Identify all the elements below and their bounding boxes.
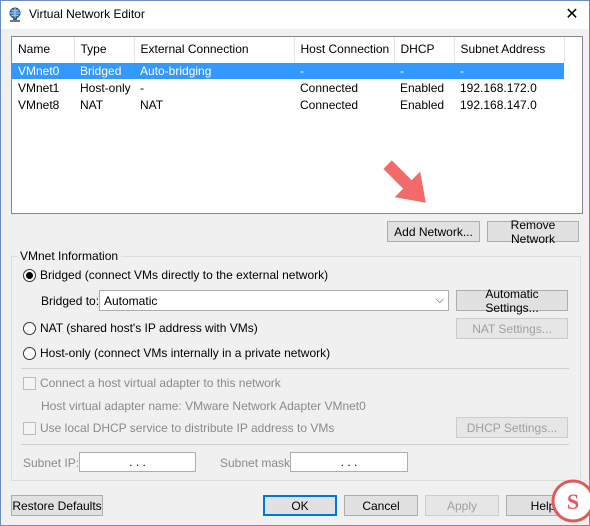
column-header-external-connection[interactable]: External Connection <box>134 37 295 63</box>
ok-button[interactable]: OK <box>263 495 337 516</box>
cell-name: VMnet0 <box>12 62 74 79</box>
remove-network-button[interactable]: Remove Network <box>487 218 579 246</box>
nat-radio[interactable]: NAT (shared host's IP address with VMs) <box>23 321 258 335</box>
cancel-button[interactable]: Cancel <box>344 495 418 516</box>
cell-dhcp: Enabled <box>400 97 445 112</box>
divider <box>21 444 569 445</box>
nat-radio-label: NAT (shared host's IP address with VMs) <box>40 321 258 335</box>
cell-host-connection: Connected <box>300 80 359 95</box>
radio-button[interactable] <box>23 268 36 282</box>
use-dhcp-label: Use local DHCP service to distribute IP … <box>40 421 335 435</box>
site-logo-icon: S <box>551 479 590 523</box>
bridged-radio-label: Bridged (connect VMs directly to the ext… <box>40 268 329 282</box>
subnet-ip-label: Subnet IP: <box>23 456 80 470</box>
divider <box>21 368 569 369</box>
host-only-radio[interactable]: Host-only (connect VMs internally in a p… <box>23 346 330 360</box>
cell-type: Bridged <box>74 62 134 79</box>
cell-external-connection: NAT <box>140 97 164 112</box>
cell-dhcp: Enabled <box>400 80 445 95</box>
checkbox[interactable] <box>23 421 36 435</box>
cell-subnet-address: 192.168.172.0 <box>460 80 537 95</box>
title-bar: Virtual Network Editor ✕ <box>1 1 589 29</box>
nat-settings-button[interactable]: NAT Settings... <box>456 318 568 339</box>
use-dhcp-checkbox[interactable]: Use local DHCP service to distribute IP … <box>23 421 334 435</box>
ip-dots: . . . <box>129 455 146 469</box>
virtual-network-editor-window: Virtual Network Editor ✕ Name Type Exter… <box>0 0 590 526</box>
bridged-to-value: Automatic <box>104 293 158 308</box>
bridged-to-label: Bridged to: <box>41 294 100 308</box>
column-header-host-connection[interactable]: Host Connection <box>294 37 395 63</box>
add-network-button[interactable]: Add Network... <box>387 221 480 242</box>
vmnet-information-label: VMnet Information <box>17 249 122 263</box>
column-header-dhcp[interactable]: DHCP <box>394 37 455 63</box>
chevron-down-icon: ⌵ <box>435 294 444 306</box>
cell-type: NAT <box>80 97 104 112</box>
column-header-subnet-address[interactable]: Subnet Address <box>454 37 565 63</box>
cell-name: VMnet8 <box>18 97 60 112</box>
host-only-radio-label: Host-only (connect VMs internally in a p… <box>40 346 331 360</box>
table-row[interactable]: VMnet0 Bridged Auto-bridging - - - <box>12 62 564 79</box>
apply-button[interactable]: Apply <box>425 495 499 516</box>
cell-dhcp: - <box>394 62 454 79</box>
cell-subnet-address: - <box>454 62 564 79</box>
table-row[interactable]: VMnet1 Host-only - Connected Enabled 192… <box>12 79 564 96</box>
checkbox[interactable] <box>23 376 36 390</box>
network-globe-icon <box>7 7 23 23</box>
svg-text:S: S <box>567 489 579 514</box>
subnet-ip-input[interactable]: . . . <box>79 452 196 472</box>
restore-defaults-button[interactable]: Restore Defaults <box>11 495 103 516</box>
table-row[interactable]: VMnet8 NAT NAT Connected Enabled 192.168… <box>12 96 564 113</box>
radio-button[interactable] <box>23 346 36 360</box>
host-adapter-name-label: Host virtual adapter name: VMware Networ… <box>41 399 366 413</box>
dhcp-settings-button[interactable]: DHCP Settings... <box>456 417 568 438</box>
close-icon[interactable]: ✕ <box>557 1 587 27</box>
network-table: Name Type External Connection Host Conne… <box>12 37 565 113</box>
network-list[interactable]: Name Type External Connection Host Conne… <box>11 36 583 214</box>
column-header-name[interactable]: Name <box>12 37 75 63</box>
connect-host-adapter-label: Connect a host virtual adapter to this n… <box>40 376 281 390</box>
cell-external-connection: Auto-bridging <box>134 62 294 79</box>
table-header-row: Name Type External Connection Host Conne… <box>12 37 565 63</box>
subnet-mask-input[interactable]: . . . <box>290 452 408 472</box>
column-header-type[interactable]: Type <box>74 37 135 63</box>
mask-dots: . . . <box>340 455 358 469</box>
bridged-to-select[interactable]: Automatic ⌵ <box>99 290 449 311</box>
cell-name: VMnet1 <box>18 80 60 95</box>
automatic-settings-button[interactable]: Automatic Settings... <box>456 287 568 315</box>
connect-host-adapter-checkbox[interactable]: Connect a host virtual adapter to this n… <box>23 376 281 390</box>
pointer-arrow-icon <box>383 160 426 203</box>
bridged-radio[interactable]: Bridged (connect VMs directly to the ext… <box>23 268 328 282</box>
cell-subnet-address: 192.168.147.0 <box>460 97 537 112</box>
radio-button[interactable] <box>23 321 36 335</box>
window-title: Virtual Network Editor <box>29 7 145 21</box>
cell-host-connection: Connected <box>300 97 359 112</box>
cell-type: Host-only <box>80 80 131 95</box>
cell-host-connection: - <box>294 62 394 79</box>
subnet-mask-label: Subnet mask: <box>220 456 294 470</box>
cell-external-connection: - <box>140 80 144 95</box>
